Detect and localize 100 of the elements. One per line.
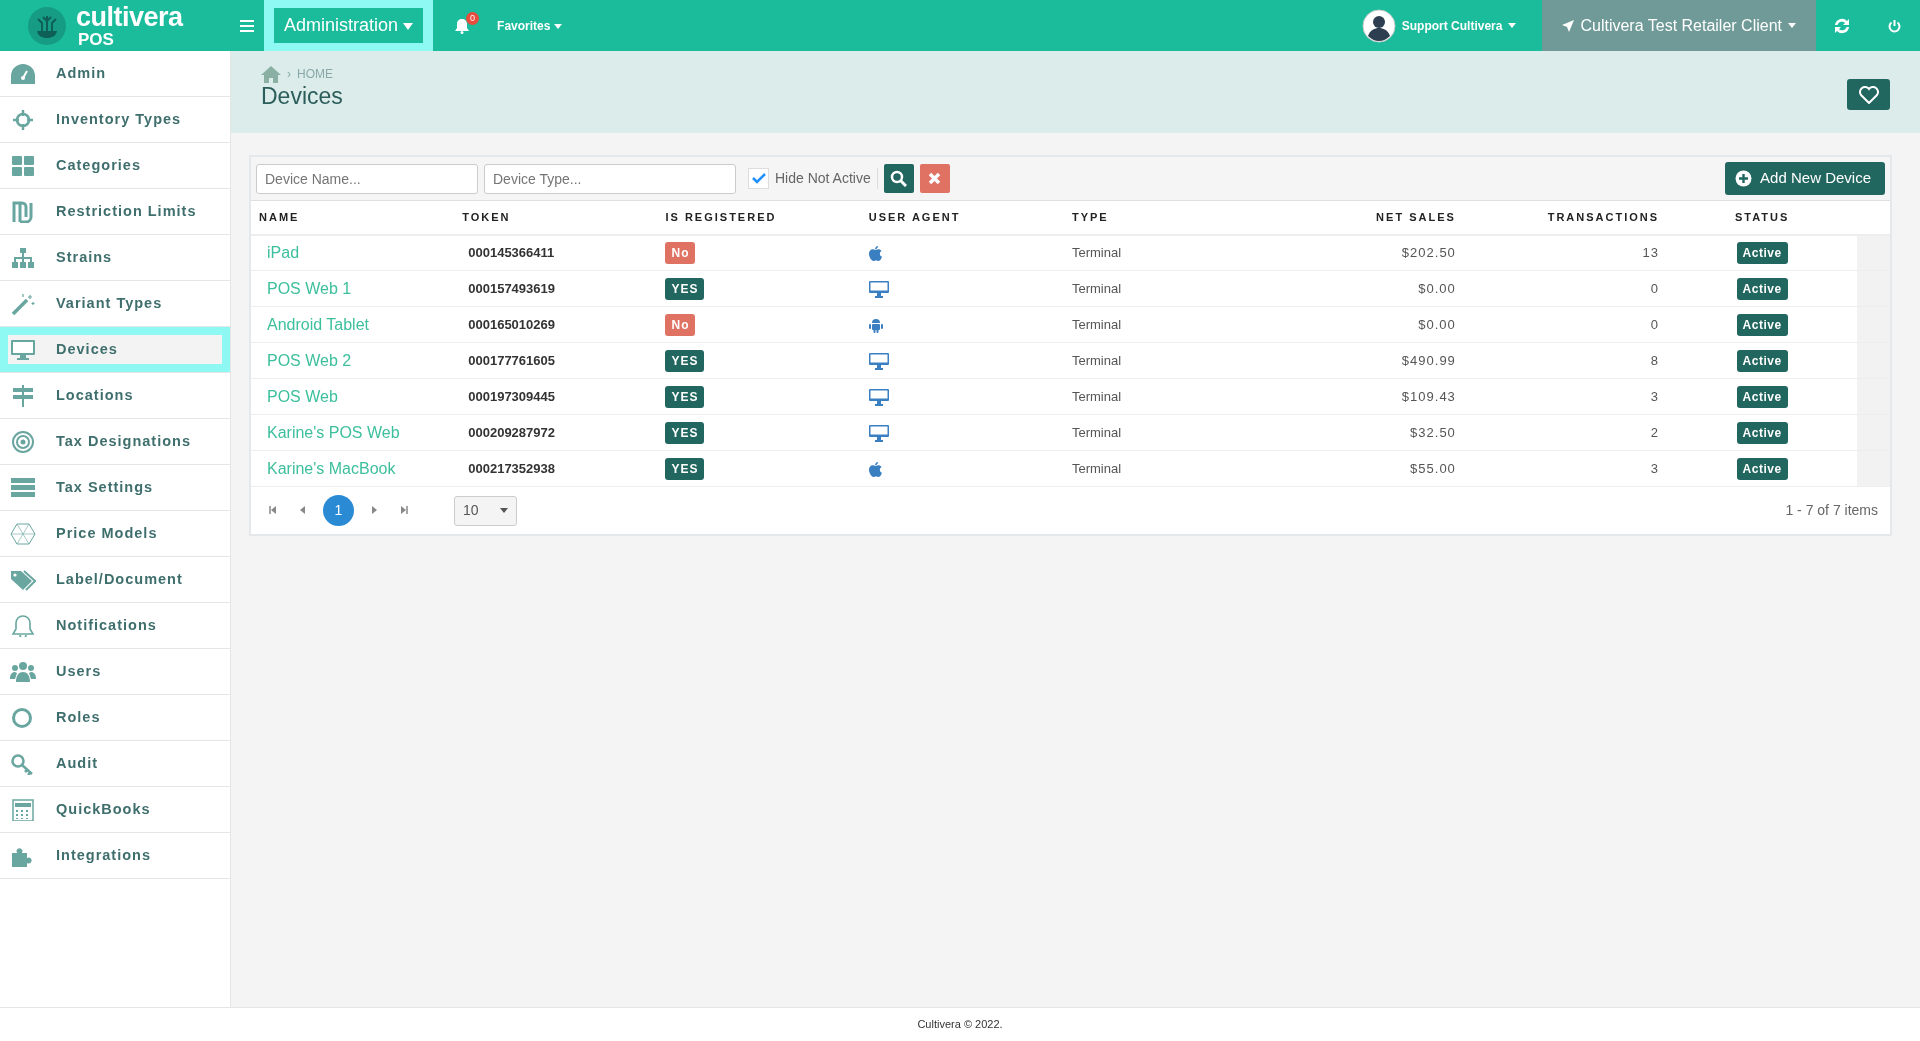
registered-badge: YES [665, 421, 705, 444]
caret-icon [1508, 23, 1517, 28]
registered-badge: No [665, 313, 696, 336]
registered-badge: YES [665, 349, 705, 372]
type-text: Terminal [1071, 352, 1122, 368]
column-header[interactable]: NAME [251, 201, 455, 235]
token-text: 000177761605 [467, 352, 555, 368]
column-header[interactable]: NET SALES [1267, 201, 1464, 235]
caret-icon [553, 23, 562, 29]
column-header[interactable]: STATUS [1667, 201, 1858, 235]
transactions-text: 0 [1650, 280, 1660, 296]
type-text: Terminal [1071, 280, 1122, 296]
monitor-icon [10, 338, 36, 361]
list-bars-icon [10, 476, 36, 499]
net-sales-text: $109.43 [1401, 388, 1456, 404]
client-dropdown[interactable]: Cultivera Test Retailer Client [1542, 0, 1816, 51]
bell-icon [455, 17, 470, 34]
registered-badge: No [665, 241, 696, 264]
last-page-icon [400, 506, 408, 515]
signpost-icon [10, 384, 36, 407]
registered-badge: YES [665, 277, 705, 300]
home-link[interactable] [261, 65, 281, 83]
type-text: Terminal [1071, 316, 1122, 332]
type-text: Terminal [1071, 424, 1122, 440]
net-sales-text: $202.50 [1401, 245, 1456, 260]
hide-not-active-checkbox[interactable] [748, 168, 769, 189]
net-sales-text: $32.50 [1410, 424, 1456, 440]
next-page-icon [370, 506, 378, 515]
registered-badge: YES [665, 385, 705, 408]
transactions-text: 0 [1650, 316, 1660, 332]
transactions-text: 8 [1650, 352, 1660, 368]
column-header[interactable]: IS REGISTERED [657, 201, 861, 235]
caret-icon [403, 22, 414, 30]
power-icon [1887, 18, 1901, 33]
plant-logo-icon [28, 6, 66, 45]
transactions-text: 3 [1650, 388, 1660, 404]
breadcrumb-separator: › [287, 66, 291, 83]
device-name-field[interactable]: Device Name... [256, 163, 478, 194]
sidebar-item[interactable]: Devices [0, 327, 230, 373]
shekel-icon [10, 200, 36, 223]
device-type-field[interactable]: Device Type... [484, 163, 736, 194]
add-device-button[interactable]: Add New Device [1725, 162, 1885, 195]
token-text: 000209287972 [467, 424, 555, 440]
heart-icon [1858, 85, 1879, 104]
previous-page-icon [299, 506, 307, 515]
notifications-button[interactable]: 0 [433, 0, 492, 51]
type-text: Terminal [1071, 245, 1122, 260]
target-icon [10, 430, 36, 453]
brand-subtitle: POS [77, 30, 115, 48]
net-sales-text: $0.00 [1418, 316, 1456, 332]
crosshair-icon [10, 108, 36, 131]
registered-badge: YES [665, 457, 705, 480]
net-sales-text: $55.00 [1410, 460, 1456, 476]
column-header[interactable]: TRANSACTIONS [1463, 201, 1668, 235]
status-badge: Active [1736, 385, 1788, 408]
grid-icon [10, 154, 36, 177]
home-icon [261, 65, 281, 83]
favorite-button[interactable] [1847, 79, 1890, 110]
token-text: 000197309445 [467, 388, 555, 404]
close-icon [928, 172, 942, 185]
plus-circle-icon [1735, 170, 1753, 187]
type-text: Terminal [1071, 460, 1122, 476]
first-page-icon [269, 506, 277, 515]
checkmark-icon [751, 173, 766, 184]
notification-count: 0 [466, 12, 480, 25]
tags-icon [10, 568, 36, 591]
avatar-icon [1361, 8, 1396, 43]
token-text: 000165010269 [467, 316, 555, 332]
calculator-icon [10, 798, 36, 821]
transactions-text: 3 [1650, 460, 1660, 476]
search-button[interactable] [883, 164, 914, 193]
net-sales-text: $0.00 [1418, 280, 1456, 296]
gauge-icon [10, 62, 36, 85]
status-badge: Active [1736, 313, 1788, 336]
location-arrow-icon [1562, 19, 1575, 32]
column-header[interactable]: TYPE [1063, 201, 1268, 235]
type-text: Terminal [1071, 388, 1122, 404]
status-badge: Active [1736, 241, 1788, 264]
hierarchy-icon [10, 246, 36, 269]
breadcrumb-item: HOME [297, 66, 333, 83]
users-icon [10, 660, 36, 683]
status-badge: Active [1736, 349, 1788, 372]
menu-icon [240, 19, 254, 32]
brand-name: cultivera [76, 3, 183, 31]
net-sales-text: $490.99 [1401, 352, 1456, 368]
page-number[interactable]: 1 [323, 495, 354, 526]
status-badge: Active [1736, 421, 1788, 444]
checkbox-label: Hide Not Active [775, 168, 878, 189]
clear-button[interactable] [919, 164, 950, 193]
page-size-dropdown[interactable]: 10 [454, 495, 517, 526]
transactions-text: 2 [1650, 424, 1660, 440]
status-badge: Active [1736, 457, 1788, 480]
caret-icon [1788, 23, 1796, 28]
search-icon [890, 170, 908, 187]
token-text: 000145366411 [467, 245, 555, 260]
column-header[interactable]: TOKEN [454, 201, 658, 235]
status-badge: Active [1736, 277, 1788, 300]
magic-wand-icon [10, 292, 36, 315]
hexagon-mesh-icon [10, 522, 36, 545]
column-header[interactable]: USER AGENT [860, 201, 1064, 235]
